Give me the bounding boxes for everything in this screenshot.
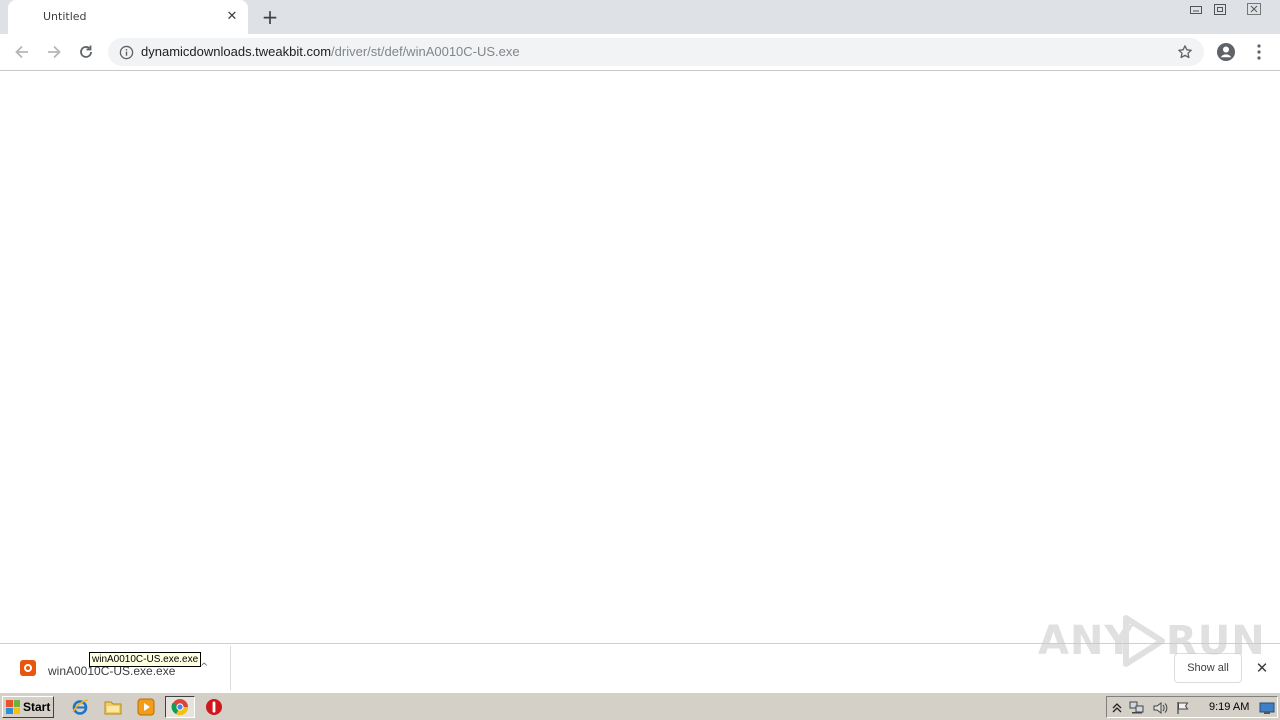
watermark: ANY RUN xyxy=(1038,612,1265,672)
forward-button[interactable] xyxy=(42,40,66,64)
url-text[interactable]: dynamicdownloads.tweakbit.com/driver/st/… xyxy=(141,44,520,59)
minimize-icon xyxy=(1190,6,1202,14)
antivirus-icon[interactable] xyxy=(204,697,224,717)
new-tab-button[interactable]: + xyxy=(258,5,282,29)
play-icon xyxy=(1123,615,1165,667)
action-center-flag-icon[interactable] xyxy=(1175,700,1191,716)
reload-button[interactable] xyxy=(74,40,98,64)
internet-explorer-icon[interactable] xyxy=(70,697,90,717)
url-path: /driver/st/def/winA0010C-US.exe xyxy=(331,44,520,59)
start-label: Start xyxy=(23,700,51,714)
tab-title: Untitled xyxy=(43,10,87,23)
browser-toolbar: dynamicdownloads.tweakbit.com/driver/st/… xyxy=(0,34,1280,71)
restore-icon xyxy=(1214,4,1226,15)
back-button[interactable] xyxy=(10,40,34,64)
reload-icon xyxy=(80,45,92,58)
arrow-left-icon xyxy=(15,45,28,59)
info-icon[interactable] xyxy=(118,44,134,60)
taskbar: Start 9:19 AM xyxy=(0,692,1280,720)
tab-strip: Untitled ✕ + xyxy=(0,0,1280,34)
close-icon xyxy=(1247,3,1261,15)
minimize-button[interactable] xyxy=(1184,0,1208,18)
chrome-icon[interactable] xyxy=(165,696,195,718)
restore-button[interactable] xyxy=(1208,0,1232,18)
folder-icon[interactable] xyxy=(103,697,123,717)
download-tooltip: winA0010C-US.exe.exe xyxy=(89,652,202,667)
arrow-right-icon xyxy=(48,45,61,59)
tab-untitled[interactable]: Untitled ✕ xyxy=(8,0,248,34)
show-hidden-icon[interactable] xyxy=(1109,700,1125,716)
plus-icon: + xyxy=(261,5,279,29)
account-icon xyxy=(1217,43,1235,61)
media-player-icon[interactable] xyxy=(136,697,156,717)
kebab-menu-icon xyxy=(1257,44,1261,60)
volume-icon[interactable] xyxy=(1152,700,1168,716)
profile-button[interactable] xyxy=(1214,40,1238,64)
watermark-right-text: RUN xyxy=(1166,618,1266,664)
close-window-button[interactable] xyxy=(1242,0,1266,18)
address-bar[interactable]: dynamicdownloads.tweakbit.com/driver/st/… xyxy=(108,38,1204,66)
star-icon[interactable] xyxy=(1176,43,1194,61)
installer-icon xyxy=(20,660,36,676)
page-content xyxy=(0,72,1280,643)
clock: 9:19 AM xyxy=(1209,701,1250,713)
show-desktop-icon[interactable] xyxy=(1259,700,1275,716)
menu-button[interactable] xyxy=(1247,40,1271,64)
start-button[interactable]: Start xyxy=(2,696,54,718)
url-host: dynamicdownloads.tweakbit.com xyxy=(141,44,332,59)
windows-logo-icon xyxy=(6,700,20,714)
chevron-up-icon[interactable]: ^ xyxy=(200,662,208,673)
network-icon[interactable] xyxy=(1129,700,1145,716)
system-tray: 9:19 AM xyxy=(1106,696,1278,718)
tab-close-icon[interactable]: ✕ xyxy=(224,8,240,24)
